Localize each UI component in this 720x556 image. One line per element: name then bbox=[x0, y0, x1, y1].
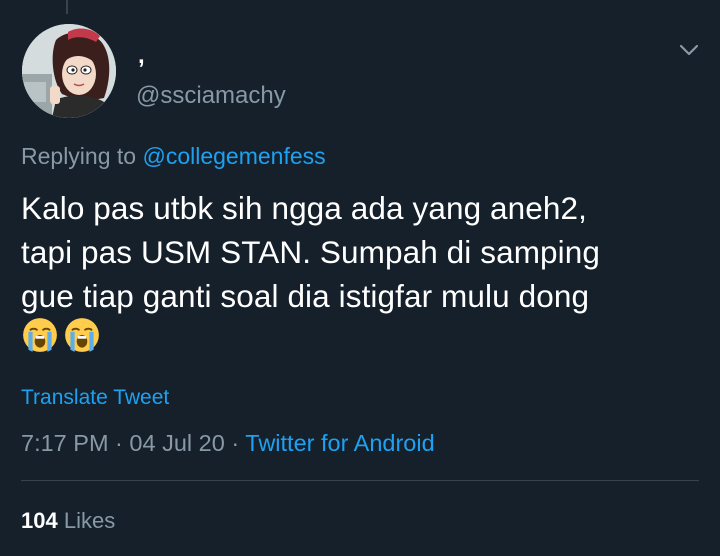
tweet-emojis bbox=[21, 316, 101, 360]
reply-mention-link[interactable]: @collegemenfess bbox=[142, 143, 325, 169]
likes-label: Likes bbox=[63, 508, 116, 533]
loudly-crying-face-icon bbox=[65, 318, 99, 352]
replying-to-label: Replying to bbox=[21, 143, 143, 169]
author-handle[interactable]: @ssciamachy bbox=[136, 82, 286, 110]
author-display-name[interactable]: , bbox=[138, 42, 145, 70]
replying-to-line: Replying to @collegemenfess bbox=[21, 142, 326, 170]
avatar[interactable] bbox=[22, 24, 116, 118]
chevron-down-icon[interactable] bbox=[677, 38, 701, 62]
tweet-metadata: 7:17 PM · 04 Jul 20 · Twitter for Androi… bbox=[21, 428, 435, 458]
likes-stat[interactable]: 104 Likes bbox=[21, 506, 115, 536]
meta-separator: · bbox=[224, 430, 246, 456]
translate-tweet-link[interactable]: Translate Tweet bbox=[21, 384, 169, 412]
thread-connector-line bbox=[66, 0, 68, 14]
divider bbox=[21, 480, 699, 481]
cartoon-girl-avatar-icon bbox=[22, 24, 116, 118]
tweet-detail: , @ssciamachy Replying to @collegemenfes… bbox=[0, 0, 720, 556]
tweet-source-link[interactable]: Twitter for Android bbox=[245, 430, 434, 456]
likes-count: 104 bbox=[21, 508, 58, 533]
tweet-text: Kalo pas utbk sih ngga ada yang aneh2, t… bbox=[21, 190, 601, 314]
tweet-date[interactable]: 04 Jul 20 bbox=[129, 430, 224, 456]
tweet-time[interactable]: 7:17 PM bbox=[21, 430, 109, 456]
meta-separator: · bbox=[108, 430, 130, 456]
loudly-crying-face-icon bbox=[23, 318, 57, 352]
